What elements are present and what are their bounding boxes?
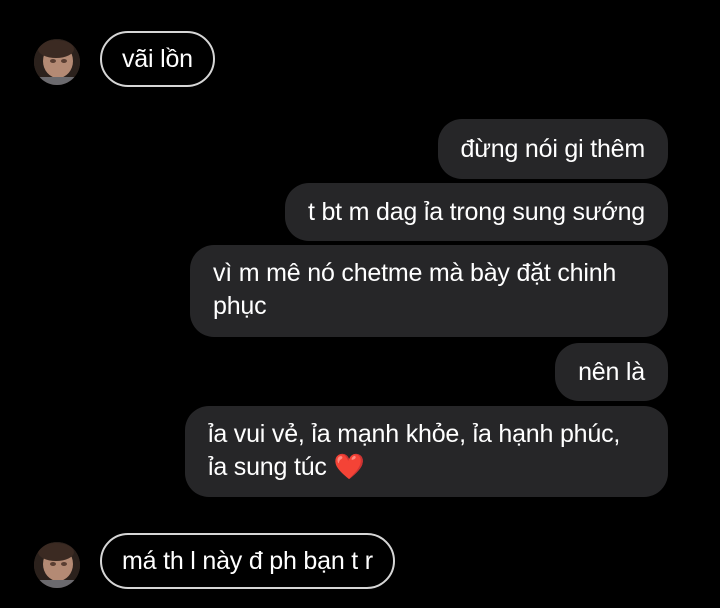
message-text: ỉa vui vẻ, ỉa mạnh khỏe, ỉa hạnh phúc, ỉ…: [208, 418, 645, 484]
message-text-body: ỉa vui vẻ, ỉa mạnh khỏe, ỉa hạnh phúc, ỉ…: [208, 420, 621, 481]
outgoing-message[interactable]: vì m mê nó chetme mà bày đặt chinh phục: [190, 245, 668, 337]
incoming-message[interactable]: má th l này đ ph bạn t r: [100, 533, 395, 589]
avatar[interactable]: [34, 542, 80, 588]
incoming-message[interactable]: vãi lồn: [100, 31, 215, 87]
message-text: vãi lồn: [122, 44, 193, 73]
avatar-photo-icon: [34, 542, 80, 588]
avatar[interactable]: [34, 39, 80, 85]
outgoing-message[interactable]: ỉa vui vẻ, ỉa mạnh khỏe, ỉa hạnh phúc, ỉ…: [185, 406, 668, 497]
avatar-photo-icon: [34, 39, 80, 85]
heart-icon: ❤️: [333, 453, 365, 481]
outgoing-message[interactable]: đừng nói gi thêm: [437, 119, 668, 179]
message-text: đừng nói gi thêm: [460, 134, 646, 163]
message-text: má th l này đ ph bạn t r: [122, 546, 373, 575]
outgoing-message[interactable]: nên là: [555, 343, 668, 401]
message-text: t bt m dag ỉa trong sung sướng: [307, 197, 645, 226]
message-text: nên là: [578, 357, 645, 386]
message-text: vì m mê nó chetme mà bày đặt chinh phục: [213, 259, 617, 320]
outgoing-message[interactable]: t bt m dag ỉa trong sung sướng: [284, 183, 668, 241]
